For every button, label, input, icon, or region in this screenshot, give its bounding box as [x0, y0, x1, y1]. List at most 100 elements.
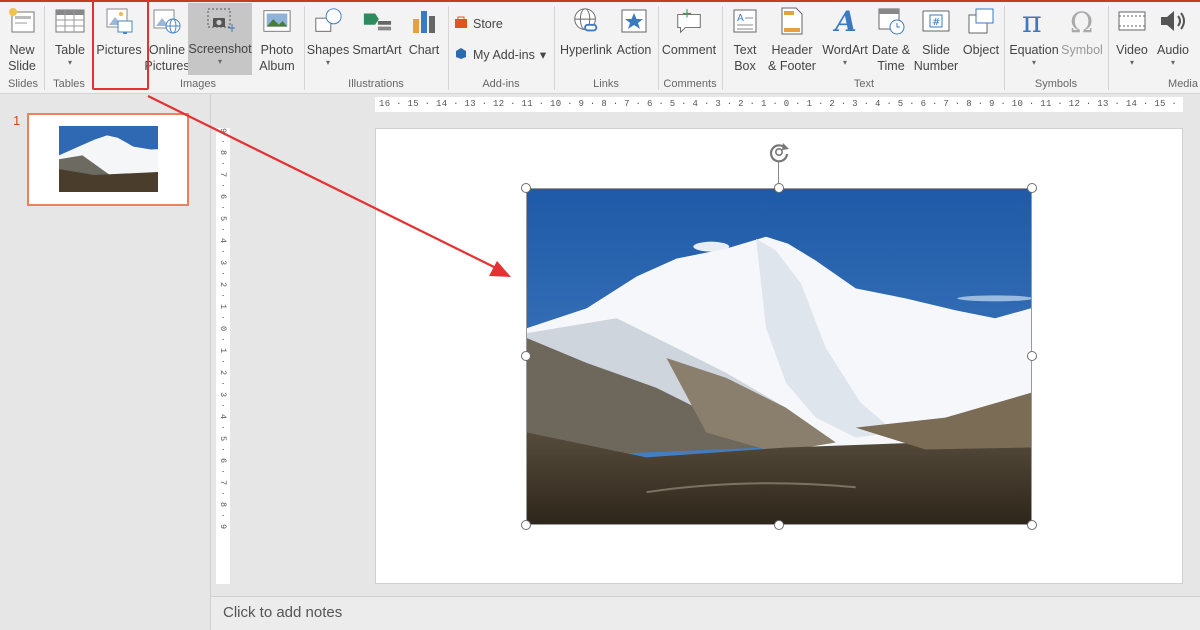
object-label: Object	[962, 43, 1000, 57]
resize-handle-bottom[interactable]	[774, 520, 784, 530]
comment-button[interactable]: + Comment	[661, 4, 717, 58]
photo-album-button[interactable]: Photo Album	[254, 4, 300, 74]
svg-text:A: A	[832, 6, 857, 36]
inserted-picture[interactable]	[526, 188, 1033, 525]
vertical-ruler: 9 · 8 · 7 · 6 · 5 · 4 · 3 · 2 · 1 · 0 · …	[216, 128, 230, 584]
hyperlink-button[interactable]: Hyperlink	[558, 4, 614, 58]
notes-pane[interactable]: Click to add notes	[211, 596, 1200, 630]
chevron-down-icon: ▾	[325, 58, 330, 67]
pictures-highlight-box	[92, 0, 149, 90]
new-slide-button[interactable]: New Slide	[4, 4, 40, 74]
table-label: Table	[55, 43, 85, 57]
ribbon-insert-tab: New Slide Table ▾ Pictures Online Pictur…	[0, 0, 1200, 94]
group-label-links: Links	[593, 78, 619, 90]
svg-text:+: +	[227, 21, 235, 35]
resize-handle-left[interactable]	[521, 351, 531, 361]
action-button[interactable]: Action	[614, 4, 654, 58]
date-time-button[interactable]: Date & Time	[870, 4, 912, 74]
group-divider	[554, 6, 555, 90]
chevron-down-icon: ▾	[842, 58, 847, 67]
online-pictures-label: Online Pictures	[144, 43, 190, 73]
resize-handle-top-right[interactable]	[1027, 183, 1037, 193]
group-divider	[1108, 6, 1109, 90]
video-icon	[1117, 4, 1147, 38]
store-label: Store	[473, 16, 503, 31]
new-slide-icon	[7, 4, 37, 38]
group-label-text: Text	[853, 78, 875, 90]
notes-placeholder: Click to add notes	[223, 604, 343, 621]
screenshot-button[interactable]: + Screenshot ▾	[188, 3, 252, 75]
equation-button[interactable]: π Equation ▾	[1008, 4, 1060, 68]
text-box-label: Text Box	[733, 43, 757, 73]
comment-icon: +	[674, 4, 704, 38]
object-icon	[966, 4, 996, 38]
resize-handle-top-left[interactable]	[521, 183, 531, 193]
equation-icon: π	[1019, 4, 1049, 38]
video-button[interactable]: Video ▾	[1113, 4, 1151, 68]
chart-button[interactable]: Chart	[406, 4, 442, 58]
shapes-label: Shapes	[306, 43, 350, 57]
text-box-button[interactable]: A Text Box	[728, 4, 762, 74]
group-divider	[44, 6, 45, 90]
chevron-down-icon: ▾	[1129, 58, 1134, 67]
smartart-button[interactable]: SmartArt	[352, 4, 402, 58]
chevron-down-icon: ▾	[67, 58, 72, 67]
chevron-down-icon: ▾	[1170, 58, 1175, 67]
comment-label: Comment	[661, 43, 717, 57]
group-label-comments: Comments	[663, 78, 717, 90]
symbol-label: Symbol	[1061, 43, 1103, 57]
smartart-icon	[362, 4, 392, 38]
horizontal-ruler: 16 · 15 · 14 · 13 · 12 · 11 · 10 · 9 · 8…	[375, 97, 1183, 112]
wordart-label: WordArt	[822, 43, 868, 57]
group-label-slides: Slides	[8, 78, 38, 90]
table-button[interactable]: Table ▾	[52, 4, 88, 68]
slide-number-label: Slide Number	[913, 43, 959, 73]
date-time-label: Date & Time	[871, 43, 911, 73]
symbol-icon: Ω	[1067, 4, 1097, 38]
group-label-symbols: Symbols	[1034, 78, 1078, 90]
my-addins-button[interactable]: My Add-ins ▾	[454, 46, 546, 63]
wordart-button[interactable]: A WordArt ▾	[820, 4, 870, 68]
resize-handle-bottom-right[interactable]	[1027, 520, 1037, 530]
header-footer-icon	[777, 4, 807, 38]
store-icon	[454, 15, 468, 32]
hyperlink-icon	[571, 4, 601, 38]
header-footer-button[interactable]: Header & Footer	[766, 4, 818, 74]
svg-text:A: A	[737, 13, 744, 24]
resize-handle-top[interactable]	[774, 183, 784, 193]
group-divider	[658, 6, 659, 90]
slide-number-icon: #	[921, 4, 951, 38]
resize-handle-bottom-left[interactable]	[521, 520, 531, 530]
svg-text:#: #	[932, 17, 940, 28]
new-slide-label: New Slide	[8, 43, 36, 73]
group-label-illustrations: Illustrations	[348, 78, 404, 90]
shapes-button[interactable]: Shapes ▾	[306, 4, 350, 68]
symbol-button[interactable]: Ω Symbol	[1060, 4, 1104, 58]
photo-album-icon	[262, 4, 292, 38]
resize-handle-right[interactable]	[1027, 351, 1037, 361]
group-label-addins: Add-ins	[482, 78, 520, 90]
group-label-tables: Tables	[53, 78, 85, 90]
slide-number-button[interactable]: # Slide Number	[913, 4, 959, 74]
chart-label: Chart	[408, 43, 440, 57]
equation-label: Equation	[1009, 43, 1059, 57]
chevron-down-icon: ▾	[539, 48, 547, 62]
smartart-label: SmartArt	[352, 43, 402, 57]
my-addins-icon	[454, 46, 468, 63]
object-button[interactable]: Object	[961, 4, 1001, 58]
group-label-media: Media	[1168, 78, 1198, 90]
action-icon	[619, 4, 649, 38]
chevron-down-icon: ▾	[1031, 58, 1036, 67]
date-time-icon	[876, 4, 906, 38]
rotate-handle-icon[interactable]	[766, 140, 792, 164]
slide-thumbnail[interactable]	[27, 113, 189, 206]
text-box-icon: A	[730, 4, 760, 38]
group-divider	[304, 6, 305, 90]
store-button[interactable]: Store	[454, 15, 503, 32]
hyperlink-label: Hyperlink	[559, 43, 613, 57]
online-pictures-button[interactable]: Online Pictures	[144, 4, 190, 74]
vertical-ruler-scale: 9 · 8 · 7 · 6 · 5 · 4 · 3 · 2 · 1 · 0 · …	[218, 128, 228, 530]
wordart-icon: A	[830, 4, 860, 38]
audio-button[interactable]: Audio ▾	[1154, 4, 1192, 68]
header-footer-label: Header & Footer	[768, 43, 816, 73]
